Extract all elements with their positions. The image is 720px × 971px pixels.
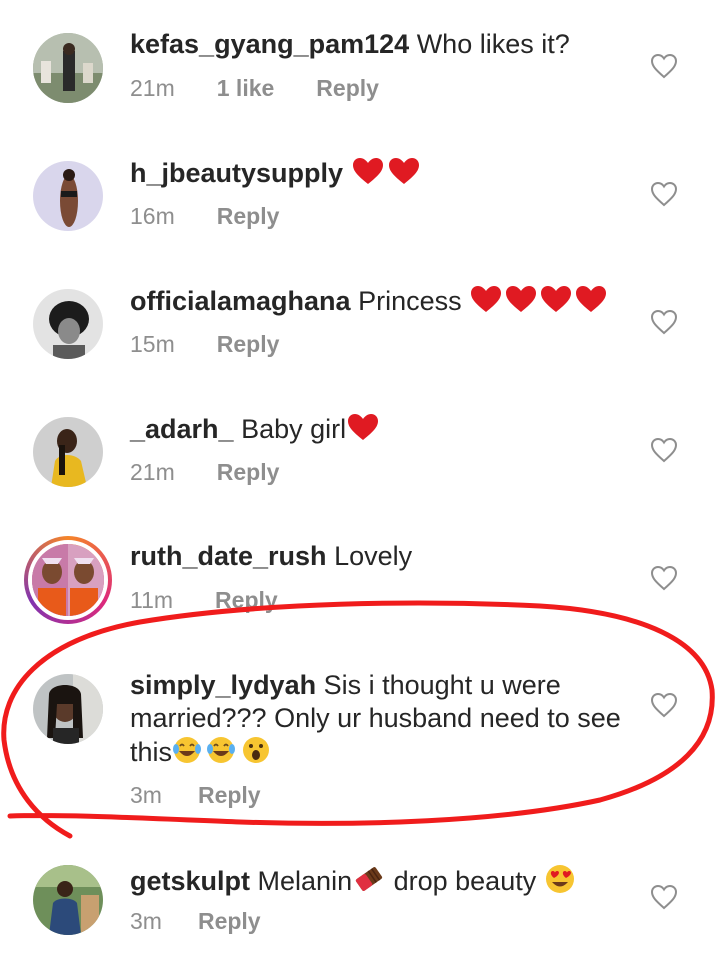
comment-time: 15m [130,331,175,357]
comment-meta: 11m Reply [130,587,278,614]
reply-button[interactable]: Reply [215,587,278,614]
avatar[interactable] [33,417,103,487]
heart-outline-icon[interactable] [650,53,678,79]
comment-username[interactable]: ruth_date_rush [130,541,327,571]
comment-meta: 3m Reply [130,908,261,935]
heart-eyes-emoji [544,864,576,894]
avatar[interactable] [33,289,103,359]
comment-body-line2: married??? Only ur husband need to see [130,703,621,733]
tears-of-joy-emoji [172,735,274,765]
comment-body-b: drop beauty [393,866,537,896]
comment-body: Princess [358,286,462,316]
chocolate-bar-emoji [352,864,386,894]
reply-button[interactable]: Reply [198,908,261,935]
comment-text: getskulpt Melanin drop beauty [130,864,630,898]
reply-button[interactable]: Reply [217,459,280,486]
reply-button[interactable]: Reply [217,331,280,358]
comment-body: Who likes it? [416,29,570,59]
comment-time: 3m [130,782,162,808]
comment-body-a: Melanin [257,866,353,896]
comment-body-line1: Sis i thought u were [323,670,561,700]
avatar[interactable] [33,865,103,935]
comment-username[interactable]: h_jbeautysupply [130,158,343,188]
heart-outline-icon[interactable] [650,884,678,910]
comment-text: officialamaghana Princess [130,284,630,318]
comment-text: _adarh_ Baby girl [130,412,630,446]
comment-body-line3: this [130,737,173,767]
comment-username[interactable]: simply_lydyah [130,670,316,700]
likes-count[interactable]: 1 like [217,75,275,102]
comment-body: Lovely [334,541,413,571]
reply-button[interactable]: Reply [316,75,379,102]
comment-meta: 15m Reply [130,331,279,358]
red-heart-emoji [469,284,609,314]
comment-time: 21m [130,459,175,485]
comment-meta: 21m Reply [130,459,279,486]
red-circle-annotation [1,600,715,839]
heart-outline-icon[interactable] [650,565,678,591]
comment-text: h_jbeautysupply [130,156,630,190]
comment-body: Baby girl [241,414,347,444]
heart-outline-icon[interactable] [650,437,678,463]
red-heart-emoji [346,412,380,442]
avatar[interactable] [33,33,103,103]
comment-meta: 21m 1 like Reply [130,75,379,102]
comment-text: ruth_date_rush Lovely [130,540,630,573]
comment-time: 11m [130,587,174,613]
heart-outline-icon[interactable] [650,309,678,335]
comment-meta: 3m Reply [130,782,261,809]
reply-button[interactable]: Reply [198,782,261,809]
avatar[interactable] [33,674,103,744]
comment-text: simply_lydyah Sis i thought u were marri… [130,669,630,769]
red-heart-emoji [351,156,423,186]
avatar-with-story-ring[interactable] [24,536,112,624]
comment-username[interactable]: officialamaghana [130,286,351,316]
comment-time: 16m [130,203,175,229]
heart-outline-icon[interactable] [650,692,678,718]
comment-username[interactable]: getskulpt [130,866,250,896]
heart-outline-icon[interactable] [650,181,678,207]
comment-time: 3m [130,908,162,934]
comment-username[interactable]: kefas_gyang_pam124 [130,29,409,59]
comment-username[interactable]: _adarh_ [130,414,234,444]
comment-time: 21m [130,75,175,101]
avatar [28,540,108,620]
comment-meta: 16m Reply [130,203,279,230]
reply-button[interactable]: Reply [217,203,280,230]
avatar[interactable] [33,161,103,231]
comment-text: kefas_gyang_pam124 Who likes it? [130,28,630,61]
